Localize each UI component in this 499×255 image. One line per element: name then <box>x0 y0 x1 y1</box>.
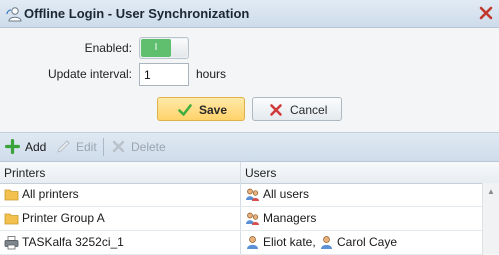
add-button[interactable]: Add <box>25 140 46 154</box>
printer-name: All printers <box>22 187 79 201</box>
printer-name: TASKalfa 3252ci_1 <box>22 235 124 249</box>
toolbar-separator <box>103 138 104 156</box>
close-icon[interactable] <box>477 4 495 22</box>
vertical-scrollbar[interactable]: ▲ <box>482 183 499 254</box>
scroll-up-arrow-icon[interactable]: ▲ <box>487 187 495 196</box>
toggle-knob <box>171 39 187 57</box>
update-interval-label: Update interval: <box>47 67 132 81</box>
enabled-label: Enabled: <box>84 41 132 55</box>
table-row[interactable]: TASKalfa 3252ci_1 Eliot kate, Carol Caye <box>0 231 483 255</box>
folder-icon <box>4 189 19 201</box>
checkmark-icon <box>178 104 192 116</box>
delete-button[interactable]: Delete <box>131 140 166 154</box>
user-name: Carol Caye <box>337 235 398 249</box>
save-button[interactable]: Save <box>157 97 245 121</box>
users-group-icon <box>246 212 259 225</box>
cancel-label: Cancel <box>290 103 328 117</box>
save-label: Save <box>199 103 228 117</box>
assignments-grid: Printers Users All printers All users Pr… <box>0 162 499 255</box>
user-name: All users <box>263 187 310 201</box>
toggle-on-indicator: I <box>141 39 171 57</box>
cancel-x-icon <box>270 104 282 116</box>
column-header-users[interactable]: Users <box>245 166 276 180</box>
user-sync-dialog: Offline Login - User Synchronization Ena… <box>0 0 499 255</box>
dialog-title: Offline Login - User Synchronization <box>24 6 250 21</box>
user-sync-icon <box>6 7 22 22</box>
enabled-toggle[interactable]: I <box>139 37 189 59</box>
user-name: Eliot kate, <box>263 235 316 249</box>
table-row[interactable]: Printer Group A Managers <box>0 207 483 231</box>
grid-header: Printers Users <box>0 162 499 184</box>
cancel-button[interactable]: Cancel <box>252 97 342 121</box>
edit-button[interactable]: Edit <box>76 140 97 154</box>
add-icon[interactable] <box>5 139 20 154</box>
edit-icon <box>57 140 70 153</box>
user-name: Managers <box>263 211 317 225</box>
folder-icon <box>4 213 19 225</box>
table-row[interactable]: All printers All users <box>0 183 483 207</box>
title-bar: Offline Login - User Synchronization <box>0 0 499 28</box>
printer-name: Printer Group A <box>22 211 105 225</box>
interval-unit: hours <box>196 67 227 81</box>
users-group-icon <box>246 188 259 201</box>
user-icon <box>247 236 258 249</box>
user-icon <box>321 236 332 249</box>
delete-icon <box>112 140 125 153</box>
grid-toolbar: Add Edit Delete <box>0 132 499 162</box>
printer-icon <box>4 236 19 250</box>
column-header-printers[interactable]: Printers <box>4 166 45 180</box>
update-interval-input[interactable] <box>139 63 189 86</box>
